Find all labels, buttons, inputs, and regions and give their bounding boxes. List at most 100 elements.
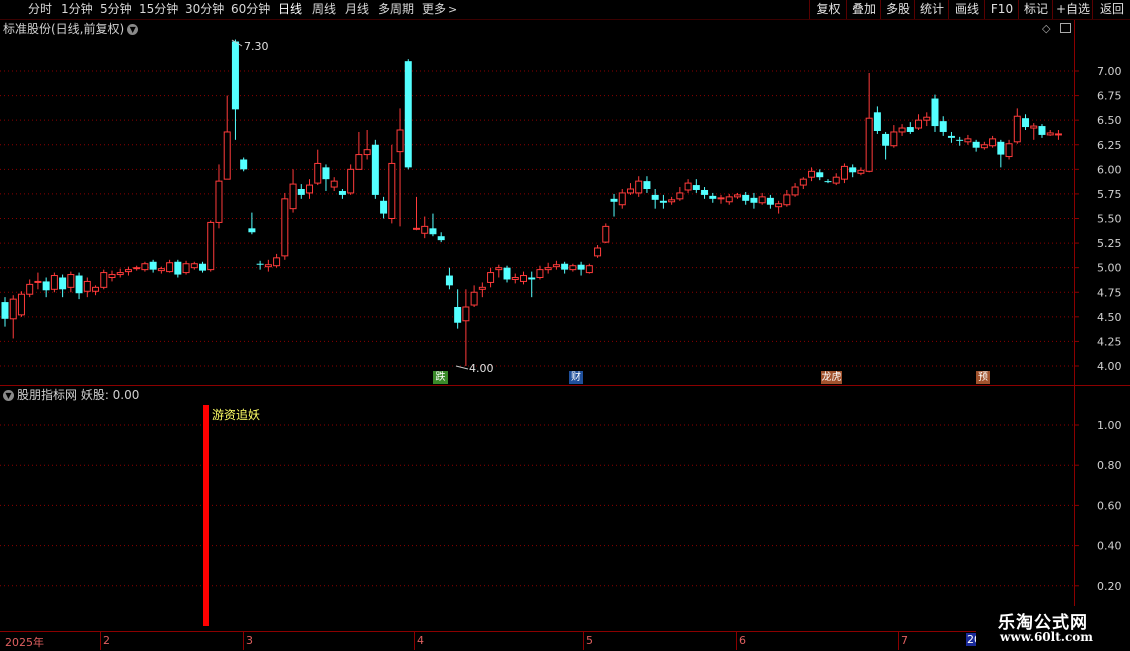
price-axis-divider bbox=[1074, 20, 1075, 385]
candle bbox=[59, 274, 67, 298]
candle bbox=[223, 95, 231, 180]
candle-body bbox=[149, 261, 157, 270]
candle-body bbox=[42, 281, 50, 291]
candle-body bbox=[906, 127, 914, 132]
candle bbox=[511, 273, 519, 284]
price-tick-label: 6.50 bbox=[1097, 114, 1122, 127]
candle-body bbox=[519, 275, 527, 282]
candle bbox=[1038, 124, 1046, 138]
candle bbox=[413, 196, 420, 231]
time-tick-4 bbox=[583, 632, 584, 650]
candle bbox=[643, 176, 651, 193]
candle-body bbox=[297, 189, 305, 195]
candle-body bbox=[890, 131, 898, 147]
candle-body bbox=[840, 165, 848, 180]
candle bbox=[17, 291, 25, 317]
candle bbox=[429, 213, 437, 237]
signal-label: 游资追妖 bbox=[212, 407, 260, 422]
candle-body bbox=[808, 170, 816, 178]
time-tick-1 bbox=[100, 632, 101, 650]
candle-body bbox=[289, 183, 297, 210]
candle-body bbox=[264, 264, 272, 268]
candle bbox=[758, 192, 766, 205]
high-price-label: 7.30 bbox=[244, 40, 269, 53]
event-badge-forecast[interactable]: 预 bbox=[976, 371, 990, 384]
candle bbox=[997, 139, 1005, 168]
candle-body bbox=[709, 195, 717, 199]
candle-body bbox=[1, 302, 9, 319]
candle-body bbox=[330, 180, 338, 188]
candle bbox=[462, 289, 470, 366]
candle-body bbox=[248, 228, 256, 233]
candle bbox=[733, 192, 741, 199]
candle bbox=[906, 122, 914, 134]
candle bbox=[396, 108, 404, 227]
candle bbox=[50, 272, 58, 293]
event-badge-drop[interactable]: 跌 bbox=[433, 371, 448, 384]
indicator-grid bbox=[0, 424, 1074, 587]
candle bbox=[248, 212, 256, 235]
candle bbox=[775, 200, 783, 214]
candle bbox=[174, 259, 182, 278]
candle-body bbox=[380, 200, 388, 214]
candle-body bbox=[240, 159, 248, 170]
indicator-axis-labels: 1.00 0.80 0.60 0.40 0.20 bbox=[1074, 419, 1122, 593]
candle bbox=[116, 268, 124, 278]
candle-body bbox=[947, 135, 955, 138]
price-tick-label: 5.00 bbox=[1097, 262, 1122, 275]
candle bbox=[355, 131, 363, 170]
candle bbox=[1005, 139, 1013, 160]
candle-body bbox=[610, 198, 618, 202]
candle-body bbox=[396, 129, 404, 153]
event-badge-dragon-tiger[interactable]: 龙虎 bbox=[821, 371, 842, 384]
candle bbox=[240, 157, 248, 172]
candle-body bbox=[26, 283, 34, 295]
candle-body bbox=[824, 181, 832, 183]
candle bbox=[166, 259, 174, 273]
candle bbox=[931, 94, 939, 132]
candle-body bbox=[182, 263, 190, 274]
candle-body bbox=[643, 181, 651, 189]
candle bbox=[495, 264, 503, 278]
candle bbox=[470, 285, 478, 307]
candle-body bbox=[355, 154, 363, 170]
candle-body bbox=[783, 194, 791, 206]
candle bbox=[849, 164, 857, 178]
candle bbox=[915, 114, 923, 130]
candle bbox=[577, 261, 585, 276]
candle bbox=[75, 272, 83, 300]
indicator-tick-label: 0.60 bbox=[1097, 499, 1122, 512]
event-badge-finance[interactable]: 财 bbox=[569, 371, 583, 384]
candle-body bbox=[717, 197, 725, 200]
candle bbox=[133, 265, 141, 271]
candle bbox=[561, 261, 569, 274]
candle bbox=[388, 144, 396, 224]
candle-body bbox=[816, 172, 824, 178]
candle bbox=[478, 282, 486, 298]
candle bbox=[100, 269, 108, 290]
candle bbox=[585, 263, 593, 274]
candle-body bbox=[972, 141, 980, 148]
candle bbox=[149, 259, 157, 273]
candle-body bbox=[997, 141, 1005, 155]
candle-body bbox=[1013, 115, 1021, 143]
candle-body bbox=[207, 221, 215, 271]
candlestick-chart: 7.00 6.75 6.50 6.25 6.00 5.75 5.50 5.25 5.00 4.75… bbox=[0, 39, 1122, 375]
time-label-jun: 6 bbox=[739, 634, 746, 647]
candle bbox=[83, 277, 91, 298]
candle-body bbox=[199, 263, 207, 271]
candle-body bbox=[437, 236, 445, 241]
candle bbox=[552, 260, 560, 270]
price-tick-label: 6.00 bbox=[1097, 163, 1122, 176]
candle bbox=[26, 279, 34, 298]
candle bbox=[602, 223, 610, 244]
indicator-tick-label: 0.40 bbox=[1097, 540, 1122, 553]
candle bbox=[692, 179, 700, 193]
candle-body bbox=[75, 275, 83, 294]
candle-body bbox=[1022, 118, 1030, 128]
candle-body bbox=[421, 225, 429, 234]
candle-body bbox=[931, 98, 939, 127]
candle-body bbox=[445, 275, 453, 286]
candle-body bbox=[215, 180, 223, 223]
indicator-tick-label: 0.80 bbox=[1097, 459, 1122, 472]
